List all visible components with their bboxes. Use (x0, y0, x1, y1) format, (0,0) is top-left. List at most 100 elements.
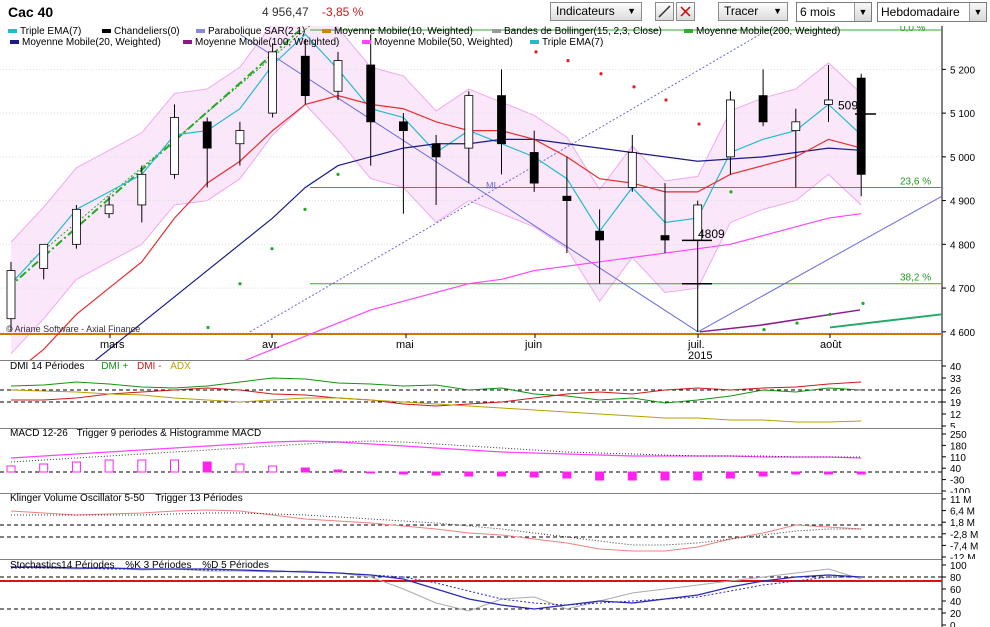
x-axis-label: avr. (262, 339, 280, 351)
legend-item[interactable]: Moyenne Mobile(200, Weighted) (684, 26, 840, 37)
candle (595, 230, 604, 241)
legend-label: Triple EMA(7) (20, 26, 82, 37)
legend-item[interactable]: Triple EMA(7) (8, 26, 81, 37)
legend-label: Chandeliers(0) (114, 26, 180, 37)
legend-item[interactable]: Parabolique SAR(2,1) (196, 26, 305, 37)
macd-histogram-bar (856, 471, 866, 475)
legend-item[interactable]: Triple EMA(7) (530, 37, 603, 48)
klinger-title-row: Klinger Volume Oscillator 5-50 Trigger 1… (10, 493, 243, 504)
macd-histogram-bar (104, 459, 114, 473)
candle (39, 243, 49, 269)
legend-item[interactable]: Moyenne Mobile(20, Weighted) (10, 37, 161, 48)
indicators-dropdown[interactable]: Indicateurs ▼ (550, 2, 642, 21)
candle (202, 121, 212, 149)
period-select[interactable]: 6 mois ▼ (796, 2, 872, 22)
x-axis-label: mai (396, 339, 414, 351)
y-tick-label: 5 100 (950, 109, 975, 120)
y-tick-label: 5 200 (950, 65, 975, 76)
x-axis-label: juin (524, 339, 542, 351)
macd-title-row: MACD 12-26 Trigger 9 periodes & Histogra… (10, 428, 261, 439)
panel-tick-label: 110 (950, 453, 966, 464)
stoch-title-row: Stochastics14 Périodes %K 3 Périodes %D … (10, 560, 269, 571)
legend-label: Bandes de Bollinger(15, 2,3, Close) (504, 26, 662, 37)
legend-item[interactable]: Bandes de Bollinger(15, 2,3, Close) (492, 26, 662, 37)
delete-drawing-icon[interactable] (676, 2, 695, 21)
macd-histogram-bar (6, 465, 16, 473)
sar-dot (697, 122, 701, 126)
legend-item[interactable]: Moyenne Mobile(50, Weighted) (362, 37, 513, 48)
y-tick-label: 4 900 (950, 197, 975, 208)
macd-histogram-bar (693, 471, 703, 481)
macd-histogram-bar (235, 463, 245, 473)
sar-dot (664, 98, 668, 102)
sar-dot (795, 321, 799, 325)
legend-item[interactable]: Moyenne Mobile(100, Weighted) (183, 37, 339, 48)
candle (300, 55, 310, 97)
macd-histogram-bar (137, 459, 147, 473)
chevron-down-icon: ▼ (773, 6, 782, 16)
panel-tick-label: 60 (950, 585, 962, 596)
line-chart-icon[interactable] (655, 2, 674, 21)
candle (72, 208, 81, 245)
panel-tick-label: 100 (950, 561, 967, 572)
copyright-text: © Ariane Software - Axial Finance (6, 324, 140, 334)
sar-dot (238, 282, 242, 286)
chevron-down-icon[interactable]: ▼ (969, 3, 986, 21)
candle (758, 95, 768, 123)
macd-histogram-bar (398, 471, 408, 475)
frequency-select[interactable]: Hebdomadaire ▼ (877, 2, 987, 22)
macd-histogram-bar (627, 471, 637, 481)
klinger-trigger-label: Trigger 13 Périodes (155, 493, 243, 504)
panel-tick-label: -30 (950, 476, 965, 487)
dmi-title-row: DMI 14 Périodes DMI + DMI - ADX (10, 361, 191, 372)
candle (137, 173, 147, 206)
legend-item[interactable]: Chandeliers(0) (102, 26, 180, 37)
panel-tick-label: -2,8 M (950, 530, 978, 541)
chevron-down-icon: ▼ (627, 6, 636, 16)
panel-tick-label: 11 M (950, 495, 972, 506)
klinger-title: Klinger Volume Oscillator 5-50 (10, 493, 145, 504)
legend-label: Parabolique SAR(2,1) (208, 26, 306, 37)
panel-tick-label: 250 (950, 430, 967, 441)
macd-line (10, 440, 862, 459)
fibo-label: 38,2 % (900, 273, 931, 284)
price-annotation: 5098 (838, 99, 865, 113)
legend-swatch (492, 29, 501, 34)
candle (824, 99, 833, 105)
draw-dropdown[interactable]: Tracer ▼ (718, 2, 788, 21)
macd-histogram-bar (595, 471, 605, 481)
candle (529, 152, 539, 184)
panel-tick-label: 80 (950, 573, 962, 584)
macd-histogram-bar (562, 471, 572, 479)
fibo-label: 0,0 % (900, 26, 926, 34)
panel-tick-label: 6,4 M (950, 507, 975, 518)
panel-tick-label: 12 (950, 410, 962, 421)
legend-label: Moyenne Mobile(10, Weighted) (334, 26, 473, 37)
macd-histogram-bar (758, 471, 768, 477)
legend-swatch (196, 29, 205, 34)
panel-tick-label: 40 (950, 464, 962, 475)
legend-label: Triple EMA(7) (542, 37, 604, 48)
legend-item[interactable]: Moyenne Mobile(10, Weighted) (322, 26, 473, 37)
candle (660, 235, 670, 241)
macd-histogram-bar (464, 471, 474, 477)
legend-label: Moyenne Mobile(50, Weighted) (374, 37, 513, 48)
chevron-down-icon[interactable]: ▼ (854, 3, 871, 21)
macd-histogram-bar (170, 459, 179, 473)
candle (333, 60, 343, 92)
sar-dot (336, 172, 340, 176)
macd-histogram-bar (333, 469, 343, 473)
price-change: -3,85 % (322, 5, 364, 19)
sar-dot (270, 247, 274, 251)
candle (6, 270, 16, 320)
candle (497, 95, 506, 145)
candle (104, 204, 114, 215)
candle (464, 95, 474, 149)
panel-tick-label: 1,8 M (950, 518, 975, 529)
price-chart[interactable]: 5 200 5 100 5 000 4 900 4 800 4 700 4 600 23,6 … (0, 26, 990, 360)
period-value: 6 mois (800, 5, 836, 19)
sar-dot (632, 85, 636, 89)
macd-histogram-bar (824, 471, 833, 475)
candle (366, 64, 376, 123)
x-axis-label: mars (100, 339, 125, 351)
